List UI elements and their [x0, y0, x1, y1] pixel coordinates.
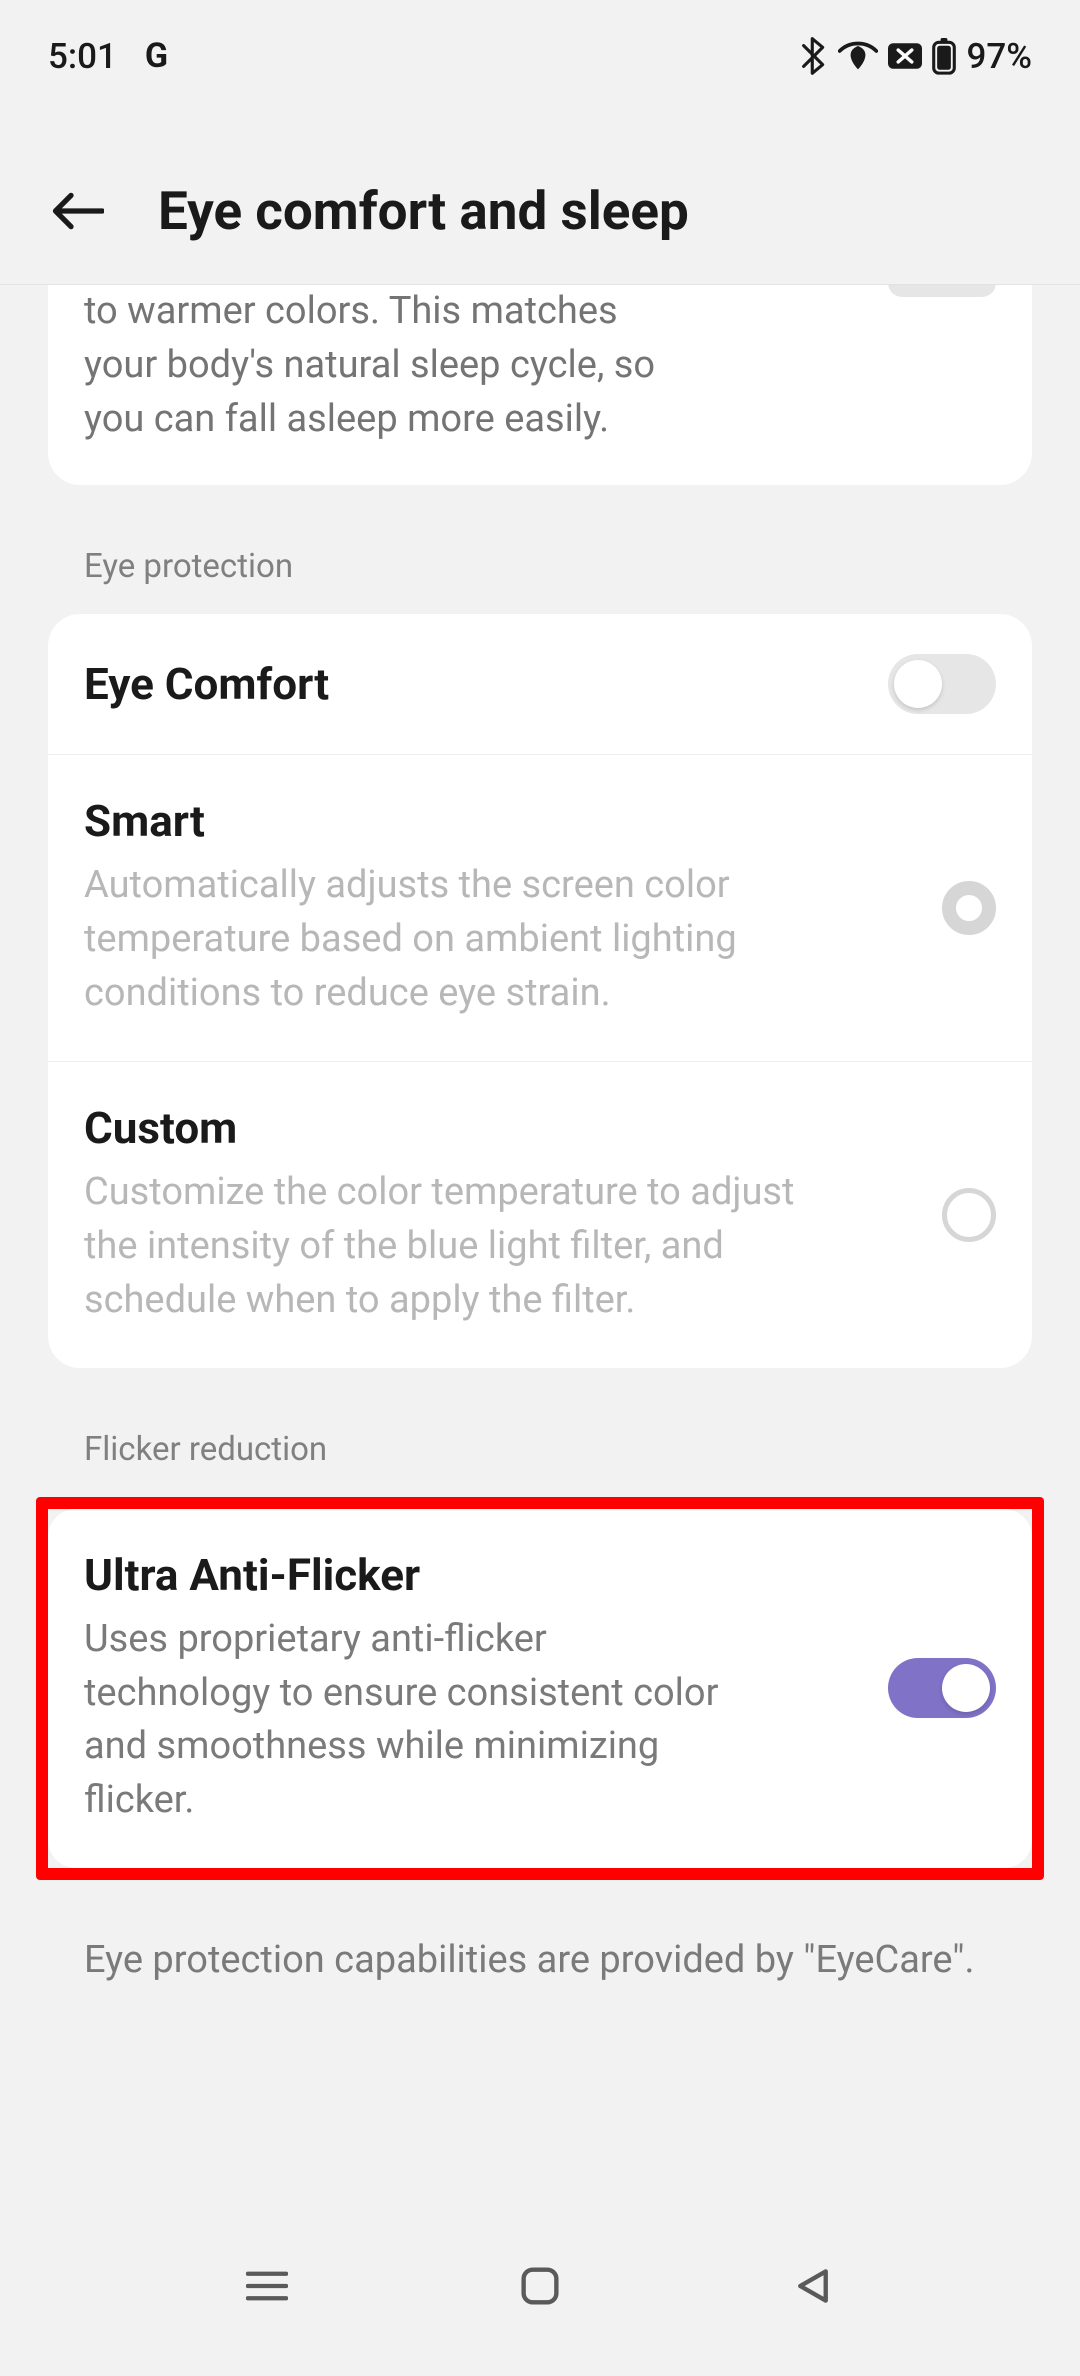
triangle-back-icon — [794, 2266, 832, 2306]
bedtime-card[interactable]: to warmer colors. This matches your body… — [48, 285, 1032, 485]
header: Eye comfort and sleep — [0, 100, 1080, 285]
nav-home-button[interactable] — [510, 2256, 570, 2316]
row-eye-comfort[interactable]: Eye Comfort — [48, 614, 1032, 754]
eye-protection-card: Eye Comfort Smart Automatically adjusts … — [48, 614, 1032, 1368]
section-label-eye-protection: Eye protection — [48, 485, 1032, 614]
recent-icon — [246, 2269, 288, 2303]
ultra-title: Ultra Anti-Flicker — [84, 1549, 864, 1601]
battery-icon — [932, 37, 956, 75]
bedtime-toggle-peek[interactable] — [888, 285, 996, 297]
highlight-marker: Ultra Anti-Flicker Uses proprietary anti… — [36, 1497, 1044, 1881]
ultra-toggle[interactable] — [888, 1658, 996, 1718]
flicker-card: Ultra Anti-Flicker Uses proprietary anti… — [48, 1509, 1032, 1869]
custom-radio[interactable] — [942, 1188, 996, 1242]
arrow-left-icon — [52, 191, 104, 231]
eye-comfort-toggle[interactable] — [888, 654, 996, 714]
content: to warmer colors. This matches your body… — [0, 285, 1080, 1989]
home-icon — [520, 2266, 560, 2306]
status-right: 97% — [800, 36, 1032, 77]
row-custom[interactable]: Custom Customize the color temperature t… — [48, 1061, 1032, 1368]
wifi-icon — [838, 40, 878, 72]
bedtime-desc: to warmer colors. This matches your body… — [84, 285, 684, 447]
nav-bar — [0, 2226, 1080, 2376]
section-label-flicker: Flicker reduction — [48, 1368, 1032, 1497]
status-left: 5:01 G — [48, 36, 168, 77]
google-icon: G — [145, 36, 168, 76]
back-button[interactable] — [48, 181, 108, 241]
bluetooth-icon — [800, 37, 828, 75]
nav-back-button[interactable] — [783, 2256, 843, 2316]
status-bar: 5:01 G 97% — [0, 0, 1080, 100]
smart-radio[interactable] — [942, 881, 996, 935]
smart-desc: Automatically adjusts the screen color t… — [84, 859, 804, 1021]
smart-title: Smart — [84, 795, 918, 847]
page-title: Eye comfort and sleep — [158, 180, 689, 242]
row-smart[interactable]: Smart Automatically adjusts the screen c… — [48, 754, 1032, 1061]
eye-comfort-title: Eye Comfort — [84, 658, 864, 710]
custom-title: Custom — [84, 1102, 918, 1154]
battery-percent: 97% — [966, 36, 1032, 77]
status-time: 5:01 — [48, 36, 117, 77]
row-ultra-anti-flicker[interactable]: Ultra Anti-Flicker Uses proprietary anti… — [48, 1509, 1032, 1869]
nav-recent-button[interactable] — [237, 2256, 297, 2316]
custom-desc: Customize the color temperature to adjus… — [84, 1166, 804, 1328]
ultra-desc: Uses proprietary anti-flicker technology… — [84, 1613, 724, 1829]
dnd-icon — [888, 43, 922, 69]
footer-note: Eye protection capabilities are provided… — [48, 1880, 1032, 1989]
